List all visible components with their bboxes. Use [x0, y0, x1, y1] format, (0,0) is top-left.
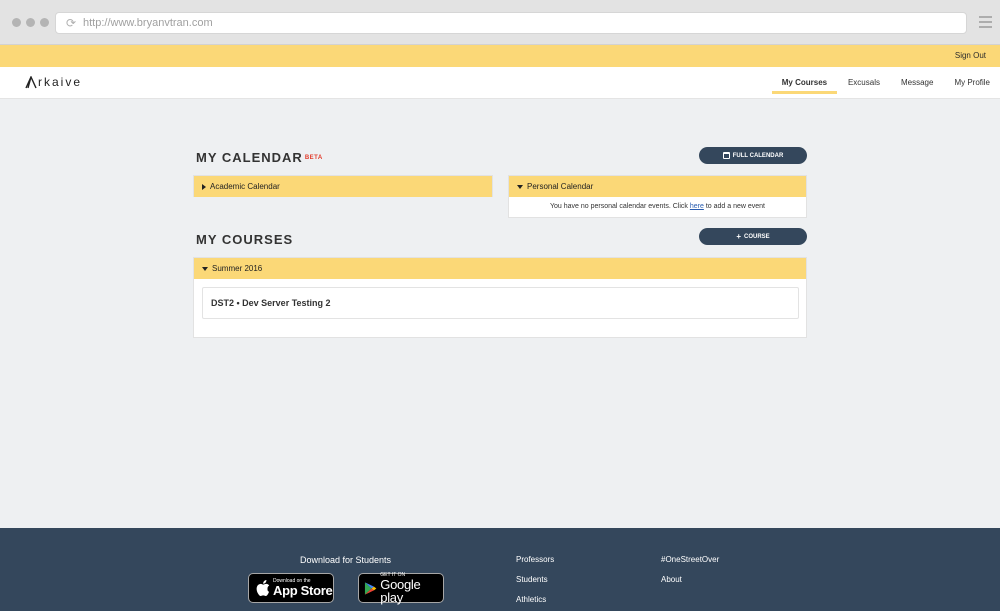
apple-icon: [256, 580, 270, 596]
top-bar: Sign Out: [0, 45, 1000, 67]
close-window-dot[interactable]: [12, 18, 21, 27]
caret-down-icon: [517, 184, 523, 189]
address-bar[interactable]: ⟳ http://www.bryanvtran.com: [55, 12, 967, 34]
full-calendar-button[interactable]: FULL CALENDAR: [699, 147, 807, 164]
footer-link-students[interactable]: Students: [516, 575, 548, 584]
google-play-big-text: Google play: [380, 576, 421, 605]
caret-down-icon: [202, 266, 208, 271]
app-store-badge[interactable]: Download on the App Store: [248, 573, 334, 603]
personal-calendar-header[interactable]: Personal Calendar: [509, 176, 806, 197]
google-play-icon: [364, 581, 377, 595]
beta-badge: BETA: [304, 155, 323, 161]
footer: Download for Students Download on the Ap…: [0, 528, 1000, 611]
plus-icon: +: [736, 232, 741, 241]
add-event-link[interactable]: here: [690, 203, 704, 210]
term-label: Summer 2016: [212, 264, 263, 273]
nav-excusals[interactable]: Excusals: [848, 67, 880, 94]
sign-out-link[interactable]: Sign Out: [955, 51, 986, 60]
google-play-badge[interactable]: GET IT ON Google play: [358, 572, 444, 605]
nav-my-courses[interactable]: My Courses: [771, 67, 837, 94]
courses-section-title: MY COURSES: [196, 232, 294, 247]
term-panel: Summer 2016 DST2 • Dev Server Testing 2: [193, 257, 807, 338]
app-store-big-text: App Store: [273, 583, 333, 598]
maximize-window-dot[interactable]: [40, 18, 49, 27]
personal-calendar-panel: Personal Calendar You have no personal c…: [508, 175, 807, 218]
window-controls: [12, 18, 49, 27]
calendar-icon: [722, 152, 730, 159]
academic-calendar-header[interactable]: Academic Calendar: [194, 176, 492, 197]
full-calendar-label: FULL CALENDAR: [732, 152, 784, 159]
caret-right-icon: [202, 183, 206, 190]
personal-calendar-label: Personal Calendar: [527, 182, 594, 191]
main-navbar: rkaive My Courses Excusals Message My Pr…: [0, 67, 1000, 99]
academic-calendar-panel: Academic Calendar: [193, 175, 493, 197]
empty-message-text-end: to add a new event: [703, 203, 765, 210]
minimize-window-dot[interactable]: [26, 18, 35, 27]
add-course-button[interactable]: + COURSE: [699, 228, 807, 245]
empty-message-text: You have no personal calendar events. Cl…: [550, 203, 690, 210]
personal-calendar-empty-message: You have no personal calendar events. Cl…: [509, 197, 806, 210]
nav-menu: My Courses Excusals Message My Profile: [771, 67, 990, 99]
term-header[interactable]: Summer 2016: [194, 258, 806, 279]
nav-my-profile[interactable]: My Profile: [954, 67, 990, 94]
arkaive-logo[interactable]: rkaive: [25, 75, 82, 89]
footer-link-about[interactable]: About: [661, 575, 682, 584]
calendar-title: MY CALENDAR: [196, 150, 303, 165]
logo-a-icon: [25, 75, 37, 88]
footer-link-professors[interactable]: Professors: [516, 555, 554, 564]
add-course-label: COURSE: [744, 233, 770, 240]
nav-message[interactable]: Message: [901, 67, 933, 94]
footer-link-onestreetover[interactable]: #OneStreetOver: [661, 555, 719, 564]
academic-calendar-label: Academic Calendar: [210, 182, 280, 191]
download-heading: Download for Students: [300, 555, 392, 565]
logo-text: rkaive: [38, 75, 83, 89]
course-card[interactable]: DST2 • Dev Server Testing 2: [202, 287, 799, 319]
reload-icon[interactable]: ⟳: [66, 16, 76, 30]
browser-menu-icon[interactable]: [979, 16, 992, 31]
browser-chrome: ⟳ http://www.bryanvtran.com: [0, 0, 1000, 45]
url-text[interactable]: http://www.bryanvtran.com: [83, 17, 213, 29]
footer-link-athletics[interactable]: Athletics: [516, 595, 546, 604]
calendar-section-title: MY CALENDAR BETA: [196, 150, 323, 165]
